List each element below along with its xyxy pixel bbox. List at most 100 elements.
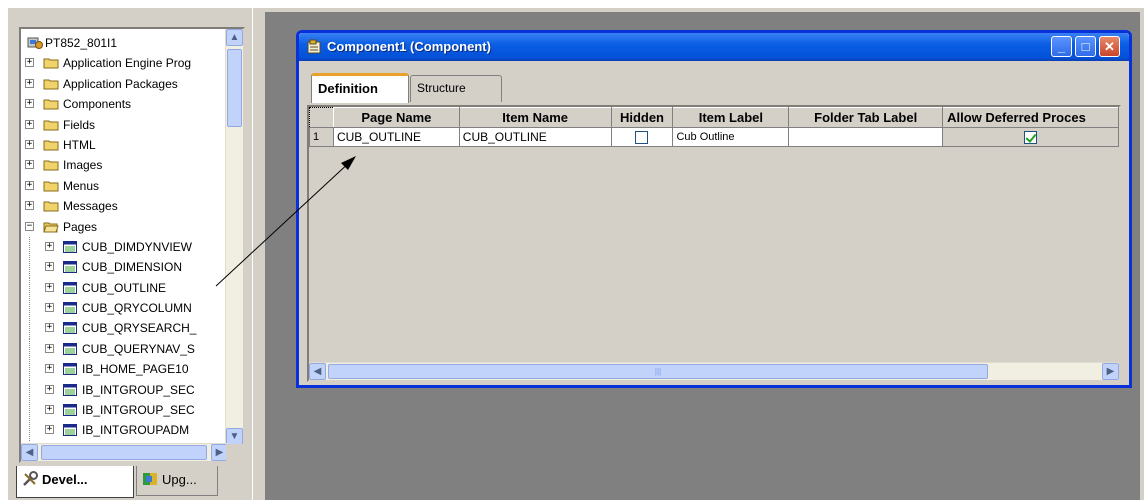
tree-folder-label: Fields (63, 117, 96, 132)
tree-page-label: IB_INTGROUPADM (82, 423, 190, 438)
tree-vertical-scroll-thumb[interactable] (227, 49, 242, 127)
scroll-left-icon[interactable]: ◀ (21, 444, 38, 461)
tree-page-item[interactable]: + CUB_QRYSEARCH_ (21, 318, 226, 340)
scroll-left-icon[interactable]: ◀ (309, 363, 326, 380)
tree-page-item[interactable]: + CUB_QRYCOLUMN (21, 298, 226, 320)
scroll-right-icon[interactable]: ▶ (1102, 363, 1119, 380)
expand-icon[interactable]: + (45, 303, 54, 313)
tab-structure[interactable]: Structure (410, 75, 502, 102)
expand-icon[interactable]: + (25, 119, 34, 129)
grid-corner-cell[interactable] (309, 107, 334, 128)
window-titlebar[interactable]: Component1 (Component) _ □ ✕ (299, 33, 1129, 61)
tree-folder-label: HTML (63, 137, 96, 152)
grid-horizontal-scroll-thumb[interactable]: ||| (328, 364, 988, 379)
expand-icon[interactable]: + (25, 139, 34, 149)
tree-page-label: CUB_QRYCOLUMN (82, 301, 192, 316)
grid-header-row: Page Name Item Name Hidden Item Label Fo… (309, 107, 1119, 128)
tree-page-item[interactable]: + IB_HOME_PAGE10 (21, 359, 226, 381)
tab-development-label: Devel... (42, 472, 88, 487)
tree-folder[interactable]: + Images (21, 155, 226, 175)
tree-page-item[interactable]: + IB_INTGROUP_SEC (21, 379, 226, 401)
hidden-checkbox[interactable] (635, 131, 649, 145)
tree-folder[interactable]: + HTML (21, 135, 226, 155)
folder-open-icon (43, 222, 59, 233)
column-header-item-name[interactable]: Item Name (458, 107, 612, 128)
minimize-button[interactable]: _ (1051, 36, 1072, 57)
column-header-item-label[interactable]: Item Label (672, 107, 790, 128)
tree-folder[interactable]: + Menus (21, 176, 226, 196)
tab-upgrade[interactable]: Upg... (136, 466, 218, 496)
row-number[interactable]: 1 (309, 127, 334, 147)
expand-icon[interactable]: + (45, 282, 54, 292)
tree-page-item[interactable]: + CUB_DIMENSION (21, 257, 226, 279)
tree-folder[interactable]: + Messages (21, 196, 226, 216)
tree-folder[interactable]: + Application Packages (21, 74, 226, 94)
expand-icon[interactable]: + (25, 201, 34, 211)
tree-folder[interactable]: + Fields (21, 115, 226, 135)
tab-definition-label: Definition (318, 81, 378, 96)
scroll-down-icon[interactable]: ▼ (226, 428, 243, 445)
tree-page-item[interactable]: + IB_INTGROUP_SEC (21, 400, 226, 422)
tree-horizontal-scrollbar[interactable]: ◀ ▶ (21, 443, 228, 461)
expand-icon[interactable]: + (25, 160, 34, 170)
allow-deferred-checkbox[interactable] (1024, 131, 1038, 145)
tree-folder[interactable]: − Pages (21, 217, 226, 237)
column-header-folder-tab-label[interactable]: Folder Tab Label (788, 107, 944, 128)
tree-page-item[interactable]: + CUB_OUTLINE (21, 277, 226, 299)
collapse-icon[interactable]: − (25, 221, 34, 231)
page-definition-icon (63, 322, 77, 335)
folder-icon (43, 120, 59, 131)
cell-folder-tab-label[interactable] (788, 127, 944, 147)
tree-vertical-scrollbar[interactable]: ▲ ▼ (225, 29, 243, 445)
page-definition-icon (63, 424, 77, 437)
column-header-hidden[interactable]: Hidden (610, 107, 674, 128)
tree-guide-line (29, 298, 30, 320)
tree-page-item[interactable]: + IB_INTGROUPADM (21, 420, 226, 442)
tree-page-label: IB_INTGROUP_SEC (82, 382, 195, 397)
expand-icon[interactable]: + (25, 78, 34, 88)
tab-upgrade-label: Upg... (162, 472, 197, 487)
scroll-up-icon[interactable]: ▲ (226, 29, 243, 46)
tree-root[interactable]: PT852_801I1 (21, 33, 226, 53)
component-icon (307, 39, 321, 54)
component-window[interactable]: Component1 (Component) _ □ ✕ Definition … (296, 30, 1132, 388)
expand-icon[interactable]: + (25, 99, 34, 109)
tree-page-item[interactable]: + CUB_QUERYNAV_S (21, 338, 226, 360)
folder-icon (43, 140, 59, 151)
cell-item-name[interactable]: CUB_OUTLINE (458, 127, 612, 147)
expand-icon[interactable]: + (25, 180, 34, 190)
maximize-button[interactable]: □ (1075, 36, 1096, 57)
expand-icon[interactable]: + (45, 262, 54, 272)
tree-guide-line (29, 236, 30, 258)
tree-page-label: CUB_OUTLINE (82, 280, 167, 295)
component-grid[interactable]: Page Name Item Name Hidden Item Label Fo… (307, 105, 1121, 382)
expand-icon[interactable]: + (45, 323, 54, 333)
tree-horizontal-scroll-thumb[interactable] (41, 445, 207, 460)
maximize-icon: □ (1081, 39, 1090, 54)
expand-icon[interactable]: + (45, 343, 54, 353)
pane-splitter[interactable] (252, 8, 265, 500)
tree-guide-line (29, 318, 30, 340)
table-row[interactable]: 1 CUB_OUTLINE CUB_OUTLINE Cub Outline (309, 127, 1119, 147)
expand-icon[interactable]: + (45, 241, 54, 251)
expand-icon[interactable]: + (25, 58, 34, 68)
project-tree[interactable]: PT852_801I1 + Application Engine Prog + App… (19, 27, 245, 463)
tree-folder[interactable]: + Components (21, 94, 226, 114)
grid-horizontal-scrollbar[interactable]: ◀ ||| ▶ (309, 362, 1119, 380)
expand-icon[interactable]: + (45, 364, 54, 374)
cell-page-name[interactable]: CUB_OUTLINE (332, 127, 460, 147)
column-header-page-name[interactable]: Page Name (332, 107, 460, 128)
column-header-allow-deferred[interactable]: Allow Deferred Proces (942, 107, 1119, 128)
tree-folder[interactable]: + Application Engine Prog (21, 53, 226, 73)
tree-root-label: PT852_801I1 (45, 36, 118, 50)
cell-item-label[interactable]: Cub Outline (672, 127, 790, 147)
window-title: Component1 (Component) (327, 39, 491, 54)
tree-page-item[interactable]: + CUB_DIMDYNVIEW (21, 236, 226, 258)
tab-development[interactable]: Devel... (16, 466, 134, 498)
expand-icon[interactable]: + (45, 384, 54, 394)
close-button[interactable]: ✕ (1099, 36, 1120, 57)
tree-page-label: IB_HOME_PAGE10 (82, 362, 189, 377)
expand-icon[interactable]: + (45, 425, 54, 435)
tab-definition[interactable]: Definition (311, 73, 409, 103)
expand-icon[interactable]: + (45, 405, 54, 415)
